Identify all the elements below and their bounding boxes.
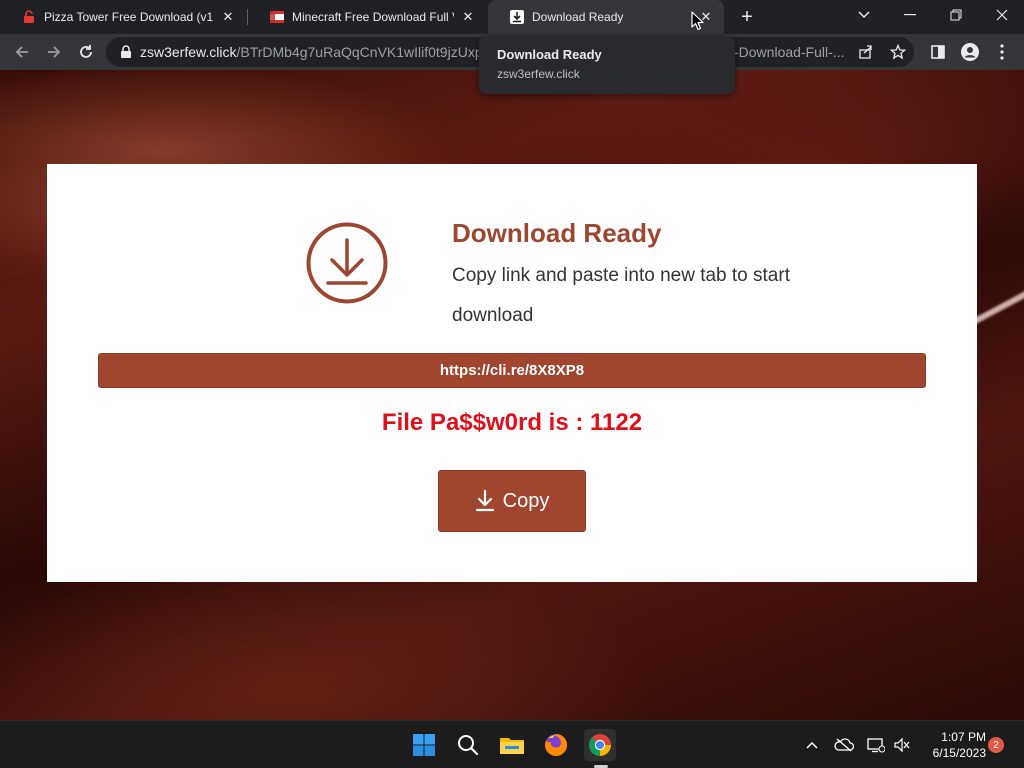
instruction-text: Copy link and paste into new tab to star… [452, 265, 790, 326]
restore-button[interactable] [934, 0, 978, 30]
copy-button-label: Copy [502, 489, 550, 512]
file-explorer-icon [500, 738, 524, 754]
tab-title: Minecraft Free Download Full Ver [292, 10, 454, 24]
download-circle-icon [306, 222, 388, 304]
close-icon[interactable]: ✕ [460, 9, 476, 25]
start-icon [413, 734, 435, 756]
close-window-button[interactable] [980, 0, 1024, 30]
back-button[interactable] [8, 38, 36, 66]
url-path: /BTrDMb4g7uRaQqCnVK1wIlif0t9jzUxpv [236, 44, 490, 60]
password-text: File Pa$$w0rd is : 1122 [381, 409, 643, 436]
clock-date: 6/15/2023 [932, 746, 986, 760]
start-button[interactable] [408, 729, 440, 761]
page-viewport: Download Ready Copy link and paste into … [0, 70, 1024, 720]
address-url: zsw3erfew.click/BTrDMb4g7uRaQqCnVK1wIlif… [140, 44, 490, 60]
firefox-button[interactable] [540, 729, 572, 761]
tab-minecraft[interactable]: Minecraft Free Download Full Ver ✕ [248, 0, 486, 34]
firefox-icon [545, 733, 568, 756]
mouse-cursor-icon [691, 11, 704, 31]
new-tab-button[interactable]: + [736, 6, 758, 28]
lock-favicon-icon [24, 10, 34, 23]
flag-favicon-icon [270, 11, 284, 23]
chrome-icon [589, 734, 611, 756]
tab-title: Download Ready [532, 10, 624, 24]
reload-icon [80, 45, 92, 58]
chrome-button[interactable] [584, 729, 616, 761]
share-icon[interactable] [856, 42, 876, 62]
tab-download-ready[interactable]: Download Ready ✕ [488, 0, 724, 34]
network-icon[interactable] [866, 735, 886, 755]
search-icon [458, 735, 479, 756]
download-card: Download Ready Copy link and paste into … [47, 164, 977, 582]
system-clock[interactable]: 1:07 PM 6/15/2023 [916, 729, 986, 761]
file-explorer-button[interactable] [496, 729, 528, 761]
back-arrow-icon [15, 46, 28, 58]
volume-muted-icon[interactable] [892, 735, 912, 755]
page-title: Download Ready [452, 218, 662, 248]
tray-overflow-chevron-icon[interactable] [802, 735, 822, 755]
hover-card-title: Download Ready [497, 47, 602, 62]
close-icon[interactable]: ✕ [220, 9, 236, 25]
url-tail: -Download-Full-... [734, 44, 845, 60]
tab-search-chevron-icon[interactable] [842, 0, 886, 30]
onedrive-offline-icon[interactable] [834, 735, 854, 755]
download-favicon-icon [510, 10, 524, 24]
download-link-text: https://cli.re/8X8XP8 [439, 362, 585, 379]
forward-button[interactable] [40, 38, 68, 66]
download-arrow-icon [475, 489, 494, 512]
hover-card-domain: zsw3erfew.click [497, 67, 580, 81]
lock-icon [121, 45, 131, 58]
download-link-field[interactable]: https://cli.re/8X8XP8 [98, 353, 926, 388]
notification-badge[interactable]: 2 [988, 737, 1004, 753]
side-panel-icon[interactable] [928, 42, 948, 62]
copy-button[interactable]: Copy [438, 470, 586, 532]
tab-strip: Pizza Tower Free Download (v1.0 ✕ Minecr… [0, 0, 1024, 34]
forward-arrow-icon [48, 46, 61, 58]
menu-kebab-icon[interactable] [992, 42, 1012, 62]
tab-hover-card: Download Ready zsw3erfew.click [479, 36, 735, 94]
tab-pizza-tower[interactable]: Pizza Tower Free Download (v1.0 ✕ [0, 0, 246, 34]
reload-button[interactable] [72, 38, 100, 66]
taskbar-search-button[interactable] [452, 729, 484, 761]
url-domain: zsw3erfew.click [140, 44, 237, 60]
clock-time: 1:07 PM [941, 730, 986, 744]
tab-title: Pizza Tower Free Download (v1.0 [44, 10, 214, 24]
minimize-button[interactable] [888, 0, 932, 30]
taskbar: 1:07 PM 6/15/2023 2 [0, 720, 1024, 768]
profile-avatar-icon[interactable] [960, 42, 980, 62]
bookmark-star-icon[interactable] [888, 42, 908, 62]
